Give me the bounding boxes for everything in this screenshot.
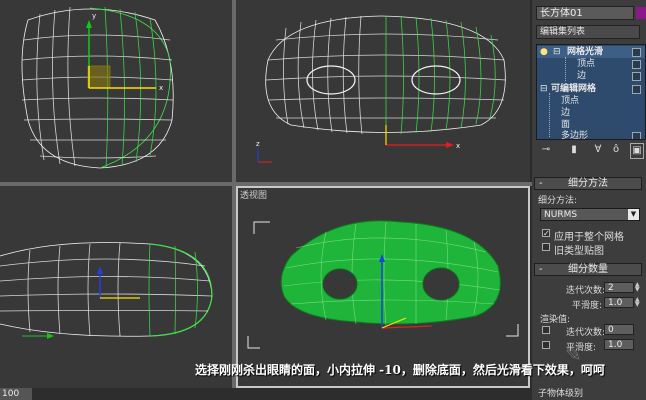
viewport-left-canvas — [0, 242, 213, 339]
viewport-top-canvas: y x — [21, 6, 174, 169]
configure-sets-icon[interactable]: ▣ — [630, 143, 644, 159]
stack-item-edge[interactable]: 边 — [537, 107, 645, 119]
smoothness-label: 平滑度: — [572, 301, 603, 311]
pin-stack-icon[interactable]: ⊸ — [538, 143, 554, 157]
render-values-label: 渲染值: — [540, 315, 571, 325]
bulb-icon[interactable]: ● — [540, 46, 548, 58]
rollout-subdivision-method[interactable]: - 细分方法 — [534, 177, 642, 190]
old-mapping-checkbox[interactable] — [542, 243, 550, 251]
render-smoothness-checkbox[interactable] — [542, 341, 550, 349]
iterations-spinner[interactable]: 2 — [604, 282, 634, 293]
make-unique-icon[interactable]: ∀ — [590, 143, 606, 157]
subdivision-method-label: 细分方法: — [538, 196, 578, 206]
viewport-perspective[interactable]: 透视图 — [236, 186, 530, 388]
stack-item-vertex[interactable]: 顶点 — [537, 95, 645, 107]
modifier-list-dropdown[interactable]: 编辑集列表 — [536, 25, 640, 39]
chevron-down-icon[interactable]: ▼ — [628, 209, 639, 220]
show-end-result-icon[interactable]: ▮ — [566, 143, 582, 157]
stack-item-label: 可编辑网格 — [551, 84, 597, 94]
top-axis-y-label: y — [92, 12, 96, 20]
stack-item-label: 顶点 — [561, 96, 580, 106]
tutorial-caption: 选择刚刚杀出眼睛的面，小内拉伸 -10，删除底面，然后光滑看下效果，呵呵 — [195, 363, 605, 377]
rollout-subdivision-amount[interactable]: - 细分数量 — [534, 263, 642, 276]
apply-whole-mesh-label: 应用于整个网格 — [554, 232, 624, 243]
status-bar — [0, 388, 532, 400]
front-mini-axis-z-label: z — [256, 140, 260, 148]
viewport-left[interactable] — [0, 186, 232, 388]
front-axis-x-label: x — [456, 142, 460, 150]
stack-item-vertex[interactable]: 顶点 — [537, 58, 645, 70]
viewport-front-canvas: x z — [256, 15, 507, 163]
stack-item-meshsmooth[interactable]: ● ⊟ 网格光滑 — [537, 46, 645, 58]
top-axis-x-label: x — [159, 84, 163, 92]
frame-field[interactable]: 100 — [0, 388, 32, 400]
render-iterations-spinner[interactable]: 0 — [604, 324, 634, 335]
spinner-arrows-icon[interactable]: ▲ ▼ — [635, 297, 641, 308]
viewport-top[interactable]: y x — [0, 0, 232, 182]
sub-object-level-label: 子物体级别 — [538, 389, 584, 399]
modifier-stack[interactable]: ● ⊟ 网格光滑 顶点 边 ⊟ 可编辑网格 顶点 边 面 多边形 — [536, 44, 646, 140]
stack-item-label: 边 — [577, 71, 587, 81]
subdivision-method-value: NURMS — [544, 210, 578, 220]
apply-whole-mesh-checkbox[interactable]: ✓ — [542, 229, 550, 238]
viewport-perspective-canvas — [247, 220, 519, 349]
object-color-swatch[interactable] — [636, 7, 646, 19]
stack-item-polygon[interactable]: 多边形 — [537, 130, 645, 140]
viewport-divider-horizontal[interactable] — [0, 182, 532, 186]
rollout-title: 细分方法 — [568, 178, 608, 189]
viewport-front[interactable]: x z — [236, 0, 530, 182]
object-name-field[interactable]: 长方体01 — [536, 6, 634, 20]
subdivision-method-select[interactable]: NURMS ▼ — [540, 208, 640, 221]
stack-toolbar: ⊸ ▮ ∀ ô ▣ — [536, 143, 646, 159]
stack-item-label: 网格光滑 — [567, 47, 604, 57]
command-panel: 长方体01 编辑集列表 ● ⊟ 网格光滑 顶点 边 ⊟ 可编辑网格 顶点 边 面… — [532, 0, 646, 400]
stack-item-label: 顶点 — [577, 59, 596, 69]
iterations-label: 迭代次数: — [566, 286, 606, 296]
smoothness-spinner[interactable]: 1.0 — [604, 297, 634, 308]
stack-item-label: 边 — [561, 108, 571, 118]
rollout-title: 细分数量 — [568, 264, 608, 275]
render-iterations-label: 迭代次数: — [566, 328, 606, 338]
stack-item-edge[interactable]: 边 — [537, 70, 645, 82]
old-mapping-label: 旧类型贴图 — [554, 246, 604, 257]
stack-item-editable-mesh[interactable]: ⊟ 可编辑网格 — [537, 83, 645, 95]
render-smoothness-spinner[interactable]: 1.0 — [604, 339, 634, 350]
remove-modifier-icon[interactable]: ô — [608, 143, 624, 157]
spinner-arrows-icon[interactable]: ▲ ▼ — [635, 282, 641, 293]
stack-item-label: 多边形 — [561, 131, 589, 140]
render-iterations-checkbox[interactable] — [542, 326, 550, 334]
viewport-divider-vertical[interactable] — [232, 0, 236, 388]
